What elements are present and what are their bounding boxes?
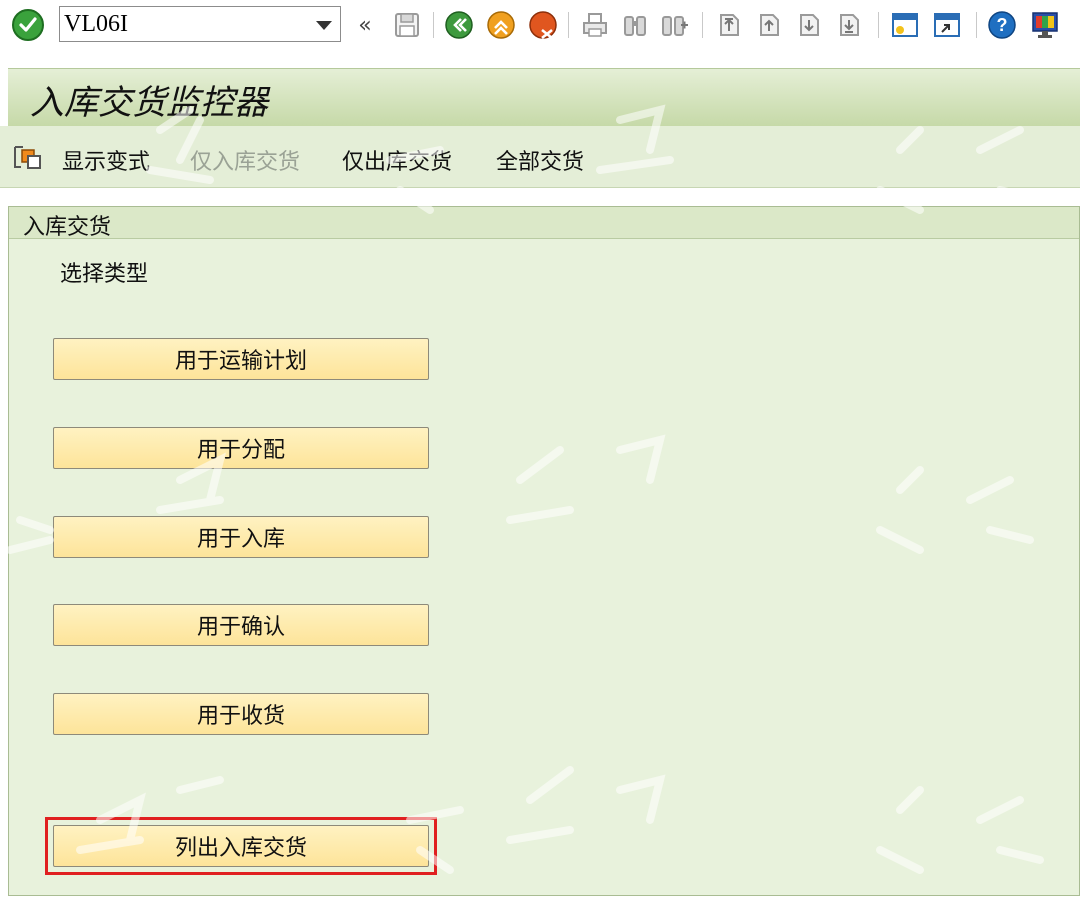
page-title: 入库交货监控器 — [30, 83, 268, 123]
all-deliveries-button[interactable]: 全部交货 — [496, 144, 584, 176]
application-toolbar: 显示变式 仅入库交货 仅出库交货 全部交货 — [0, 126, 1080, 188]
group-header: 入库交货 — [9, 207, 1079, 240]
next-page-icon[interactable] — [792, 8, 826, 42]
confirmation-button[interactable]: 用于确认 — [53, 604, 429, 646]
help-icon[interactable]: ? — [985, 8, 1019, 42]
enter-check-icon[interactable] — [12, 9, 44, 41]
group-header-label: 入库交货 — [23, 215, 112, 240]
last-page-icon[interactable] — [832, 8, 866, 42]
print-icon[interactable] — [578, 8, 612, 42]
find-icon[interactable] — [618, 8, 652, 42]
history-icon[interactable]: « — [348, 8, 382, 42]
command-input[interactable] — [64, 9, 304, 39]
system-toolbar: « ? — [0, 0, 1080, 50]
back-icon[interactable] — [442, 8, 476, 42]
cancel-icon[interactable] — [526, 8, 560, 42]
transport-planning-button[interactable]: 用于运输计划 — [53, 338, 429, 380]
title-bar: 入库交货监控器 — [8, 68, 1080, 126]
inbound-only-button[interactable]: 仅入库交货 — [190, 144, 300, 176]
previous-page-icon[interactable] — [752, 8, 786, 42]
svg-text:?: ? — [997, 15, 1008, 35]
customize-layout-icon[interactable] — [1028, 8, 1062, 42]
command-dropdown-icon[interactable] — [316, 21, 332, 30]
putaway-button[interactable]: 用于入库 — [53, 516, 429, 558]
list-inbound-deliveries-button[interactable]: 列出入库交货 — [53, 825, 429, 867]
new-session-icon[interactable] — [888, 8, 922, 42]
display-variant-button[interactable]: 显示变式 — [62, 144, 150, 176]
find-next-icon[interactable] — [658, 8, 692, 42]
goods-receipt-button[interactable]: 用于收货 — [53, 693, 429, 735]
command-field[interactable] — [59, 6, 341, 42]
save-icon[interactable] — [390, 8, 424, 42]
shortcut-icon[interactable] — [930, 8, 964, 42]
outbound-only-button[interactable]: 仅出库交货 — [342, 144, 452, 176]
history-glyph: « — [358, 12, 372, 38]
allocation-button[interactable]: 用于分配 — [53, 427, 429, 469]
display-variant-icon[interactable] — [12, 144, 44, 172]
first-page-icon[interactable] — [712, 8, 746, 42]
selection-type-label: 选择类型 — [60, 262, 149, 287]
exit-icon[interactable] — [484, 8, 518, 42]
